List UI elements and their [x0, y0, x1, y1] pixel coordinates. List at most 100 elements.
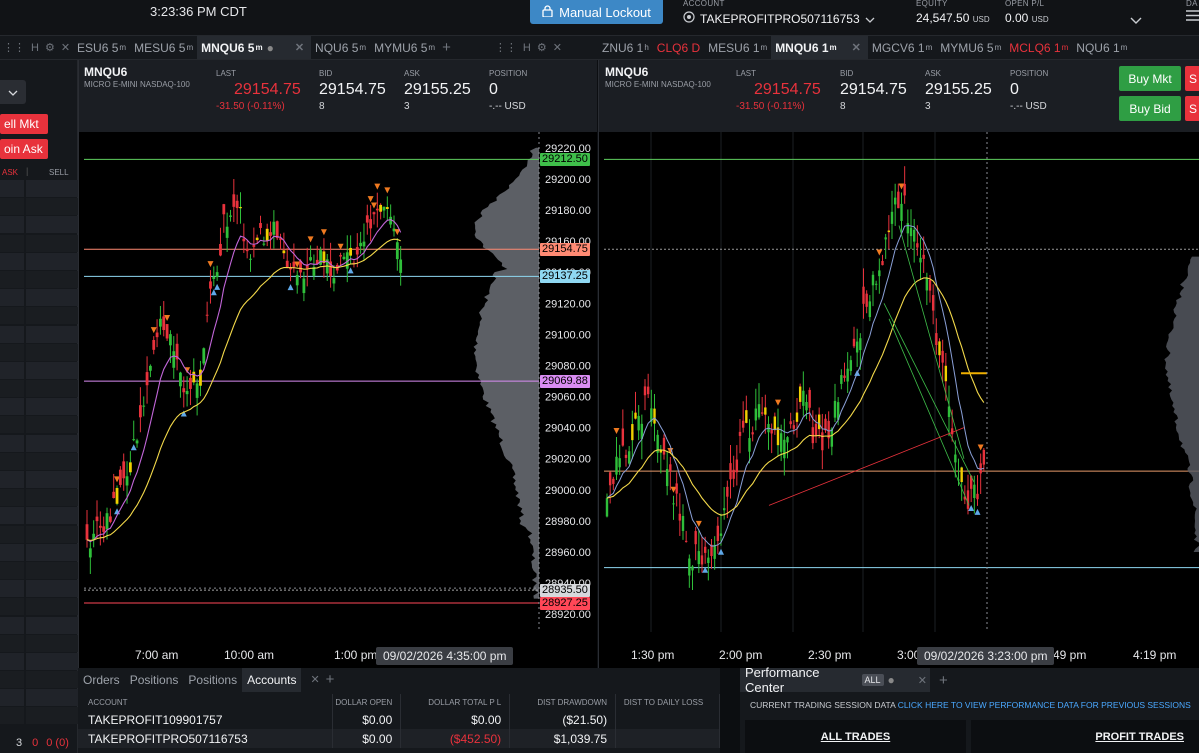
dom-row[interactable] [0, 234, 78, 252]
dom-row[interactable] [0, 270, 78, 288]
sell-ask-button[interactable]: S [1185, 96, 1199, 121]
dom-cell[interactable] [0, 270, 24, 288]
add-tab-icon[interactable]: + [323, 668, 338, 692]
dom-cell[interactable] [0, 307, 24, 325]
dom-row[interactable] [0, 471, 78, 488]
dom-cell[interactable] [0, 416, 24, 434]
tab-orders[interactable]: Orders [78, 668, 125, 692]
dom-cell[interactable] [26, 598, 78, 616]
dom-cell[interactable] [0, 325, 24, 343]
menu-icon[interactable] [1186, 10, 1199, 24]
dom-cell[interactable] [26, 180, 78, 197]
performance-tab[interactable]: Performance Center ALL ● ✕ [740, 665, 930, 695]
header-toggle-icon[interactable]: H [28, 42, 42, 54]
dom-cell[interactable] [0, 543, 24, 561]
gear-icon[interactable]: ⚙ [42, 41, 58, 54]
dom-cell[interactable] [26, 343, 78, 361]
tab-mesu6-1m[interactable]: MESU6 1m [704, 36, 771, 59]
col-dollar-open[interactable]: DOLLAR OPEN [332, 694, 402, 710]
tab-accounts[interactable]: Accounts [242, 668, 302, 692]
dom-row[interactable] [0, 307, 78, 325]
dom-row[interactable] [0, 343, 78, 361]
dom-cell[interactable] [0, 561, 24, 579]
dom-cell[interactable] [26, 471, 78, 488]
dom-row[interactable] [0, 180, 78, 197]
account-selector[interactable]: TAKEPROFITPRO507116753 [683, 11, 875, 26]
add-tab-icon[interactable]: + [936, 672, 951, 689]
dom-row[interactable] [0, 361, 78, 379]
dom-cell[interactable] [26, 634, 78, 652]
dom-cell[interactable] [26, 398, 78, 416]
dom-cell[interactable] [26, 380, 78, 398]
dom-rows[interactable] [0, 180, 78, 725]
dom-cell[interactable] [26, 416, 78, 434]
col-dist-daily-loss[interactable]: DIST TO DAILY LOSS [615, 694, 720, 710]
dom-cell[interactable] [26, 307, 78, 325]
drag-handle-icon[interactable]: ⋮⋮ [0, 41, 28, 54]
dom-row[interactable] [0, 707, 78, 725]
dom-cell[interactable] [0, 471, 24, 488]
tab-mesu6[interactable]: MESU6 5m [130, 36, 197, 59]
dom-cell[interactable] [26, 325, 78, 343]
dom-cell[interactable] [26, 580, 78, 598]
table-row[interactable]: TAKEPROFIT109901757 $0.00 $0.00 ($21.50) [78, 710, 720, 729]
dom-cell[interactable] [26, 452, 78, 470]
dom-cell[interactable] [0, 489, 24, 507]
dom-cell[interactable] [0, 652, 24, 670]
chevron-down-icon[interactable] [1130, 13, 1142, 27]
gear-icon[interactable]: ⚙ [534, 41, 550, 54]
dom-row[interactable] [0, 434, 78, 452]
col-account[interactable]: ACCOUNT [78, 694, 334, 710]
dom-row[interactable] [0, 216, 78, 234]
dom-cell[interactable] [0, 452, 24, 470]
dom-cell[interactable] [26, 671, 78, 689]
dropdown-toggle[interactable] [0, 80, 26, 104]
dom-row[interactable] [0, 616, 78, 634]
dom-cell[interactable] [0, 634, 24, 652]
dom-cell[interactable] [26, 616, 78, 634]
header-toggle-icon[interactable]: H [520, 42, 534, 54]
tab-positions[interactable]: Positions [125, 668, 184, 692]
dom-cell[interactable] [0, 507, 24, 525]
buy-bid-button[interactable]: Buy Bid [1119, 96, 1181, 121]
all-trades-card[interactable]: ALL TRADES [745, 720, 966, 753]
add-tab-icon[interactable]: + [439, 39, 454, 56]
close-icon[interactable]: ✕ [58, 41, 73, 54]
tab-mymu6[interactable]: MYMU6 5m [370, 36, 439, 59]
dom-row[interactable] [0, 452, 78, 470]
tab-mclq6[interactable]: MCLQ6 1m [1005, 36, 1072, 59]
dom-row[interactable] [0, 198, 78, 216]
tab-mymu6-5m[interactable]: MYMU6 5m [936, 36, 1005, 59]
dom-cell[interactable] [0, 580, 24, 598]
tab-znu6[interactable]: ZNU6 1h [598, 36, 653, 59]
dom-row[interactable] [0, 416, 78, 434]
manual-lockout-button[interactable]: Manual Lockout [530, 0, 663, 24]
dom-cell[interactable] [26, 234, 78, 252]
tab-mnqu6-5m[interactable]: MNQU6 5 m ● ✕ [197, 36, 312, 59]
dom-cell[interactable] [26, 707, 78, 725]
dom-row[interactable] [0, 252, 78, 270]
dom-cell[interactable] [26, 434, 78, 452]
dom-cell[interactable] [0, 689, 24, 707]
previous-sessions-link[interactable]: CLICK HERE TO VIEW PERFORMANCE DATA FOR … [898, 700, 1191, 710]
tab-nqu6[interactable]: NQU6 5m [311, 36, 370, 59]
dom-cell[interactable] [26, 289, 78, 307]
close-icon[interactable]: ✕ [550, 41, 565, 54]
dom-cell[interactable] [0, 598, 24, 616]
dom-cell[interactable] [0, 361, 24, 379]
dom-cell[interactable] [0, 616, 24, 634]
profit-trades-card[interactable]: PROFIT TRADES [971, 720, 1199, 753]
dom-cell[interactable] [26, 543, 78, 561]
dom-cell[interactable] [0, 380, 24, 398]
dom-row[interactable] [0, 398, 78, 416]
dom-cell[interactable] [26, 216, 78, 234]
table-row[interactable]: TAKEPROFITPRO507116753 $0.00 ($452.50) $… [78, 729, 720, 748]
close-icon[interactable]: ✕ [292, 41, 307, 54]
tab-positions-2[interactable]: Positions [183, 668, 242, 692]
dom-row[interactable] [0, 671, 78, 689]
dom-cell[interactable] [26, 252, 78, 270]
tab-nqu6-1m[interactable]: NQU6 1m [1072, 36, 1131, 59]
dom-cell[interactable] [0, 671, 24, 689]
close-icon[interactable]: ✕ [307, 668, 322, 692]
dom-cell[interactable] [0, 343, 24, 361]
